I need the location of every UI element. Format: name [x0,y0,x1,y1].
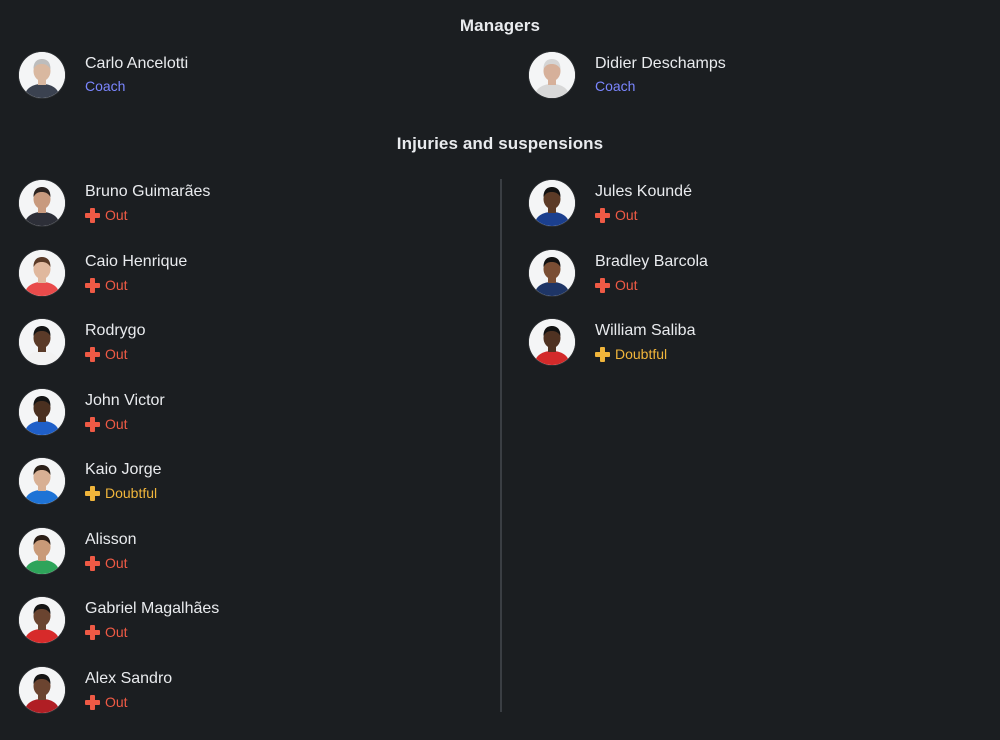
status-badge: Out [85,624,128,640]
avatar [19,52,65,98]
status-label: Out [105,694,128,710]
player-name[interactable]: John Victor [85,392,165,410]
avatar [19,458,65,504]
avatar [19,180,65,226]
cross-icon [85,694,100,710]
manager-role: Coach [595,78,636,94]
cross-icon [85,277,100,293]
cross-icon [85,346,100,362]
injury-row[interactable]: William Saliba Doubtful [529,319,969,369]
injury-row[interactable]: Bruno Guimarães Out [19,180,459,230]
player-name[interactable]: Kaio Jorge [85,461,162,479]
status-label: Out [105,416,128,432]
injury-row[interactable]: Gabriel Magalhães Out [19,597,459,647]
injury-row[interactable]: Bradley Barcola Out [529,250,969,300]
avatar [19,597,65,643]
cross-icon [85,485,100,501]
status-label: Out [105,624,128,640]
status-label: Out [105,207,128,223]
player-name[interactable]: Alisson [85,531,137,549]
status-label: Out [615,277,638,293]
player-name[interactable]: Gabriel Magalhães [85,600,219,618]
status-badge: Out [85,555,128,571]
status-badge: Out [595,207,638,223]
injury-row[interactable]: Kaio Jorge Doubtful [19,458,459,508]
cross-icon [595,207,610,223]
status-badge: Out [85,416,128,432]
status-badge: Out [595,277,638,293]
status-label: Out [105,346,128,362]
cross-icon [595,277,610,293]
status-label: Out [105,277,128,293]
avatar [19,250,65,296]
injury-row[interactable]: Caio Henrique Out [19,250,459,300]
status-label: Out [615,207,638,223]
cross-icon [85,555,100,571]
column-divider [500,179,502,712]
status-badge: Doubtful [595,346,667,362]
cross-icon [85,416,100,432]
player-name[interactable]: Caio Henrique [85,253,187,271]
status-badge: Out [85,346,128,362]
status-badge: Out [85,207,128,223]
injury-row[interactable]: John Victor Out [19,389,459,439]
avatar [529,250,575,296]
status-badge: Out [85,694,128,710]
injuries-heading: Injuries and suspensions [396,134,604,153]
injury-row[interactable]: Alex Sandro Out [19,667,459,717]
player-name[interactable]: Bruno Guimarães [85,183,210,201]
manager-card[interactable]: Didier Deschamps Coach [529,52,969,102]
avatar [529,52,575,98]
cross-icon [85,624,100,640]
avatar [19,528,65,574]
avatar [529,180,575,226]
manager-card[interactable]: Carlo Ancelotti Coach [19,52,459,102]
avatar [19,319,65,365]
manager-name[interactable]: Didier Deschamps [595,55,726,73]
status-label: Doubtful [105,485,158,501]
injury-row[interactable]: Jules Koundé Out [529,180,969,230]
status-label: Doubtful [615,346,668,362]
status-badge: Out [85,277,128,293]
avatar [19,667,65,713]
injury-row[interactable]: Alisson Out [19,528,459,578]
avatar [19,389,65,435]
player-name[interactable]: Rodrygo [85,322,145,340]
status-badge: Doubtful [85,485,157,501]
player-name[interactable]: Bradley Barcola [595,253,708,271]
injury-row[interactable]: Rodrygo Out [19,319,459,369]
player-name[interactable]: Jules Koundé [595,183,692,201]
managers-heading: Managers [459,16,541,35]
cross-icon [85,207,100,223]
manager-role: Coach [85,78,126,94]
player-name[interactable]: William Saliba [595,322,695,340]
player-name[interactable]: Alex Sandro [85,670,172,688]
status-label: Out [105,555,128,571]
manager-name[interactable]: Carlo Ancelotti [85,55,188,73]
avatar [529,319,575,365]
cross-icon [595,346,610,362]
